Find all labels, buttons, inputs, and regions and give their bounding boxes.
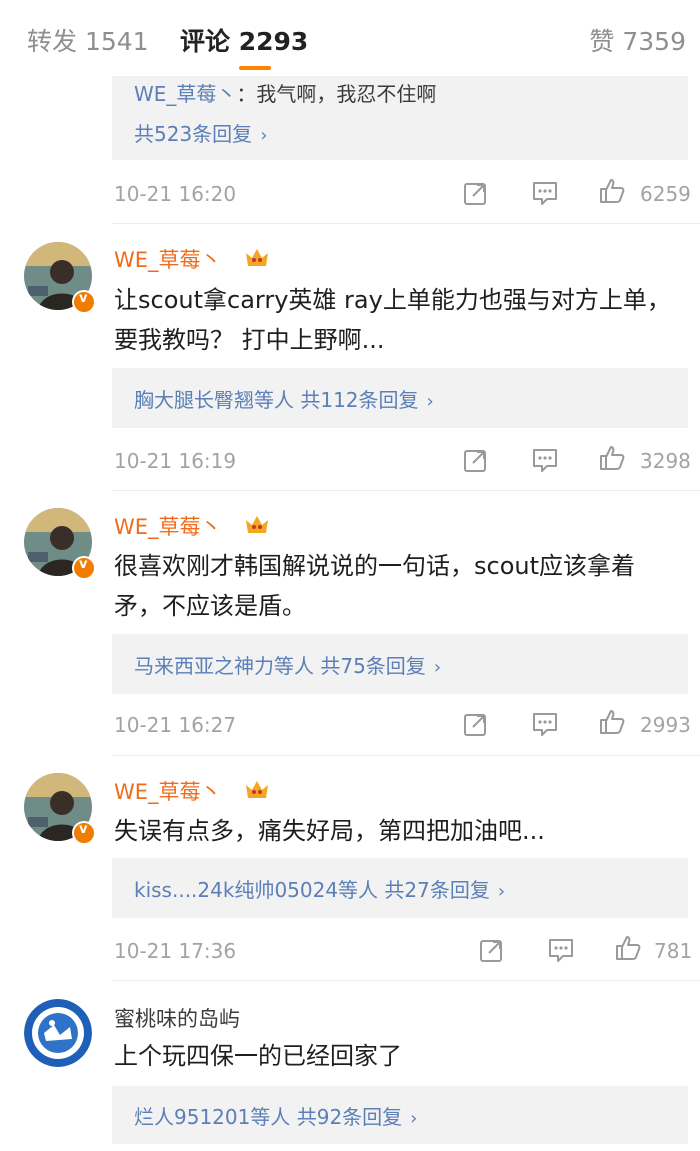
chevron-right-icon: › (260, 125, 268, 146)
reply-count[interactable]: 共92条回复 (297, 1105, 402, 1129)
comment-username[interactable]: WE_草莓丶 (114, 776, 222, 806)
comment-divider (112, 490, 700, 491)
tab-comments[interactable]: 评论 2293 (180, 22, 308, 58)
comment-time: 10-21 17:36 (114, 939, 237, 963)
verified-badge-icon (72, 290, 96, 314)
reply-preview-line: 马来西亚之神力等人 共75条回复 › (134, 650, 441, 679)
reply-users[interactable]: kiss....24k纯帅05024等人 (134, 878, 378, 902)
reply-preview-line: 胸大腿长臀翘等人 共112条回复 › (134, 384, 434, 413)
reply-username[interactable]: WE_草莓丶 (134, 82, 236, 106)
comment-divider (112, 980, 700, 981)
comment-tabs: 转发 1541 评论 2293 赞 7359 (0, 0, 700, 76)
like-count: 781 (654, 939, 693, 963)
comment-icon[interactable] (531, 179, 559, 207)
reply-count[interactable]: 共75条回复 (320, 654, 425, 678)
reply-preview-box[interactable]: WE_草莓丶：我气啊，我忍不住啊 共523条回复 › (112, 76, 688, 160)
comment-time: 10-21 16:27 (114, 713, 237, 737)
vip-crown-icon (246, 516, 268, 533)
comment-username[interactable]: 蜜桃味的岛屿 (114, 1003, 240, 1033)
tab-repost[interactable]: 转发 1541 (27, 22, 149, 58)
comment-time: 10-21 16:20 (114, 182, 237, 206)
thumbs-up-icon[interactable] (598, 177, 626, 205)
reply-text: ：我气啊，我忍不住啊 (236, 82, 437, 106)
comment-username[interactable]: WE_草莓丶 (114, 511, 222, 541)
reply-users[interactable]: 烂人951201等人 (134, 1105, 290, 1129)
avatar[interactable] (24, 999, 92, 1067)
thumbs-up-icon[interactable] (598, 708, 626, 736)
reply-count-link[interactable]: 共523条回复 › (134, 118, 267, 147)
verified-badge-icon (72, 821, 96, 845)
comment-text: 上个玩四保一的已经回家了 (114, 1042, 402, 1070)
like-count: 2993 (640, 713, 691, 737)
reply-preview-box[interactable]: 马来西亚之神力等人 共75条回复 › (112, 634, 688, 694)
repost-icon[interactable] (462, 179, 490, 207)
comment-divider (112, 755, 700, 756)
comment-icon[interactable] (531, 446, 559, 474)
repost-icon[interactable] (462, 446, 490, 474)
reply-preview-line: kiss....24k纯帅05024等人 共27条回复 › (134, 874, 505, 903)
repost-icon[interactable] (478, 936, 506, 964)
like-count: 3298 (640, 449, 691, 473)
comment-text: 很喜欢刚才韩国解说说的一句话，scout应该拿着矛，不应该是盾。 (114, 552, 636, 620)
comment-icon[interactable] (547, 936, 575, 964)
reply-count[interactable]: 共112条回复 (300, 388, 418, 412)
tab-likes[interactable]: 赞 7359 (589, 22, 686, 58)
chevron-right-icon: › (433, 657, 442, 678)
vip-crown-icon (246, 781, 268, 798)
comment-text: 失误有点多，痛失好局，第四把加油吧... (114, 817, 545, 845)
chevron-right-icon: › (497, 881, 506, 902)
comment-username[interactable]: WE_草莓丶 (114, 244, 222, 274)
repost-icon[interactable] (462, 710, 490, 738)
comment-text: 让scout拿carry英雄 ray上单能力也强与对方上单，要我教吗？ 打中上野… (114, 286, 671, 354)
reply-preview-line: WE_草莓丶：我气啊，我忍不住啊 (134, 78, 436, 107)
avatar-image (24, 999, 92, 1067)
comment-time: 10-21 16:19 (114, 449, 237, 473)
active-tab-indicator (239, 66, 271, 70)
reply-users[interactable]: 胸大腿长臀翘等人 (134, 388, 294, 412)
like-count: 6259 (640, 182, 691, 206)
chevron-right-icon: › (410, 1108, 418, 1129)
thumbs-up-icon[interactable] (614, 934, 642, 962)
chevron-right-icon: › (426, 391, 434, 412)
reply-preview-line: 烂人951201等人 共92条回复 › (134, 1101, 417, 1130)
thumbs-up-icon[interactable] (598, 444, 626, 472)
reply-count[interactable]: 共27条回复 (384, 878, 489, 902)
vip-crown-icon (246, 249, 268, 266)
reply-preview-box[interactable]: 胸大腿长臀翘等人 共112条回复 › (112, 368, 688, 428)
reply-preview-box[interactable]: kiss....24k纯帅05024等人 共27条回复 › (112, 858, 688, 918)
comment-divider (112, 223, 700, 224)
reply-users[interactable]: 马来西亚之神力等人 (134, 654, 314, 678)
verified-badge-icon (72, 556, 96, 580)
reply-count: 共523条回复 (134, 122, 253, 146)
reply-preview-box[interactable]: 烂人951201等人 共92条回复 › (112, 1086, 688, 1144)
comment-icon[interactable] (531, 710, 559, 738)
